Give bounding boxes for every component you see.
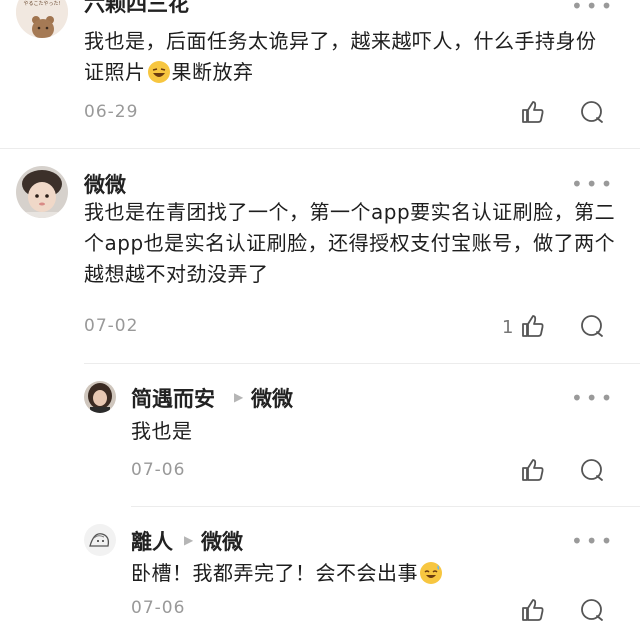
reply-target-username[interactable]: 微微: [201, 526, 243, 556]
laughing-emoji-icon: [147, 61, 170, 83]
reply-button[interactable]: [579, 99, 605, 129]
thumbs-up-icon: [522, 101, 544, 123]
more-options-button[interactable]: •••: [571, 174, 615, 194]
comment-text: 我也是在青团找了一个，第一个app要实名认证刷脸，第二个app也是实名认证刷脸，…: [84, 200, 616, 286]
avatar[interactable]: やるこたやった!: [16, 0, 68, 38]
reply-text-main: 卧槽！我都弄完了！会不会出事: [131, 561, 418, 585]
like-button[interactable]: [520, 99, 546, 129]
like-button[interactable]: [520, 313, 546, 343]
comment-bubble-icon: [581, 599, 603, 621]
comment-text: 我也是，后面任务太诡异了，越来越吓人，什么手持身份证照片 果断放弃: [84, 26, 614, 88]
like-count: 1: [502, 317, 514, 338]
more-options-button[interactable]: •••: [571, 388, 615, 408]
divider: [0, 148, 640, 149]
reply-date: 07-06: [131, 598, 186, 618]
like-button[interactable]: [520, 457, 546, 487]
comment-bubble-icon: [581, 101, 603, 123]
thumbs-up-icon: [522, 599, 544, 621]
like-button[interactable]: [520, 597, 546, 627]
reply-text: 我也是: [131, 419, 193, 443]
more-options-button[interactable]: •••: [571, 531, 615, 551]
comment-username[interactable]: 微微: [84, 169, 126, 199]
divider: [84, 363, 640, 364]
comment-text-end: 果断放弃: [171, 60, 254, 84]
thumbs-up-icon: [522, 315, 544, 337]
reply-date: 07-06: [131, 460, 186, 480]
avatar[interactable]: [16, 166, 68, 218]
more-options-button[interactable]: •••: [571, 0, 615, 16]
avatar-caption: やるこたやった!: [23, 1, 61, 7]
reply-button[interactable]: [579, 597, 605, 627]
child-photo-avatar-icon: [16, 166, 68, 218]
reply-target-username[interactable]: 微微: [251, 383, 293, 413]
comment-date: 07-02: [84, 316, 139, 336]
comment-date: 06-29: [84, 102, 139, 122]
comment-username[interactable]: 六颗四三花: [84, 0, 189, 18]
reply-username[interactable]: 離人: [131, 526, 173, 556]
comment-bubble-icon: [581, 459, 603, 481]
reply-arrow-icon: ▶: [234, 390, 244, 404]
comment-bubble-icon: [581, 315, 603, 337]
divider: [131, 506, 640, 507]
reply-text: 卧槽！我都弄完了！会不会出事: [131, 558, 442, 589]
reply-username[interactable]: 简遇而安: [131, 383, 215, 413]
woman-photo-avatar-icon: [84, 381, 116, 413]
reply-button[interactable]: [579, 457, 605, 487]
reply-button[interactable]: [579, 313, 605, 343]
thumbs-up-icon: [522, 459, 544, 481]
reply-arrow-icon: ▶: [184, 533, 194, 547]
sketch-avatar-icon: [84, 524, 116, 556]
avatar[interactable]: [84, 381, 116, 413]
avatar[interactable]: [84, 524, 116, 556]
sweat-smile-emoji-icon: [420, 562, 442, 584]
